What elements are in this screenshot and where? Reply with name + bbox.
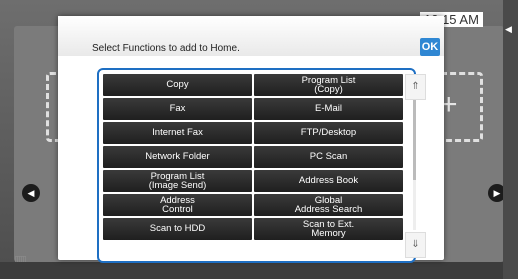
function-button[interactable]: PC Scan (254, 146, 403, 168)
ok-button[interactable]: OK (420, 38, 440, 56)
function-button[interactable]: FTP/Desktop (254, 122, 403, 144)
function-button[interactable]: E-Mail (254, 98, 403, 120)
function-button[interactable]: Program List (Image Send) (103, 170, 252, 192)
prev-page-icon[interactable]: ◀ (22, 184, 40, 202)
function-list: Copy Program List (Copy) Fax E-Mail Internet… (97, 68, 426, 263)
function-button[interactable]: Fax (103, 98, 252, 120)
function-button[interactable]: Scan to Ext. Memory (254, 218, 403, 240)
scroll-down-icon[interactable]: ⇓ (405, 232, 426, 258)
bottom-bar (0, 262, 518, 279)
function-button[interactable]: Address Control (103, 194, 252, 216)
collapse-arrow-icon[interactable]: ◀ (505, 24, 512, 35)
scroll-up-icon[interactable]: ⇑ (405, 74, 426, 100)
function-grid: Copy Program List (Copy) Fax E-Mail Internet… (103, 74, 403, 240)
function-button[interactable]: Address Book (254, 170, 403, 192)
function-button[interactable]: Program List (Copy) (254, 74, 403, 96)
dialog-header: Select Functions to add to Home. OK (58, 16, 444, 56)
dialog-title: Select Functions to add to Home. (92, 43, 240, 54)
function-button[interactable]: Copy (103, 74, 252, 96)
function-button[interactable]: Internet Fax (103, 122, 252, 144)
side-strip: ◀ (503, 0, 518, 279)
function-button[interactable]: Global Address Search (254, 194, 403, 216)
function-button[interactable]: Scan to HDD (103, 218, 252, 240)
scrollbar[interactable]: ⇑ ⇓ (405, 74, 426, 258)
scroll-thumb[interactable] (413, 100, 416, 180)
function-button[interactable]: Network Folder (103, 146, 252, 168)
